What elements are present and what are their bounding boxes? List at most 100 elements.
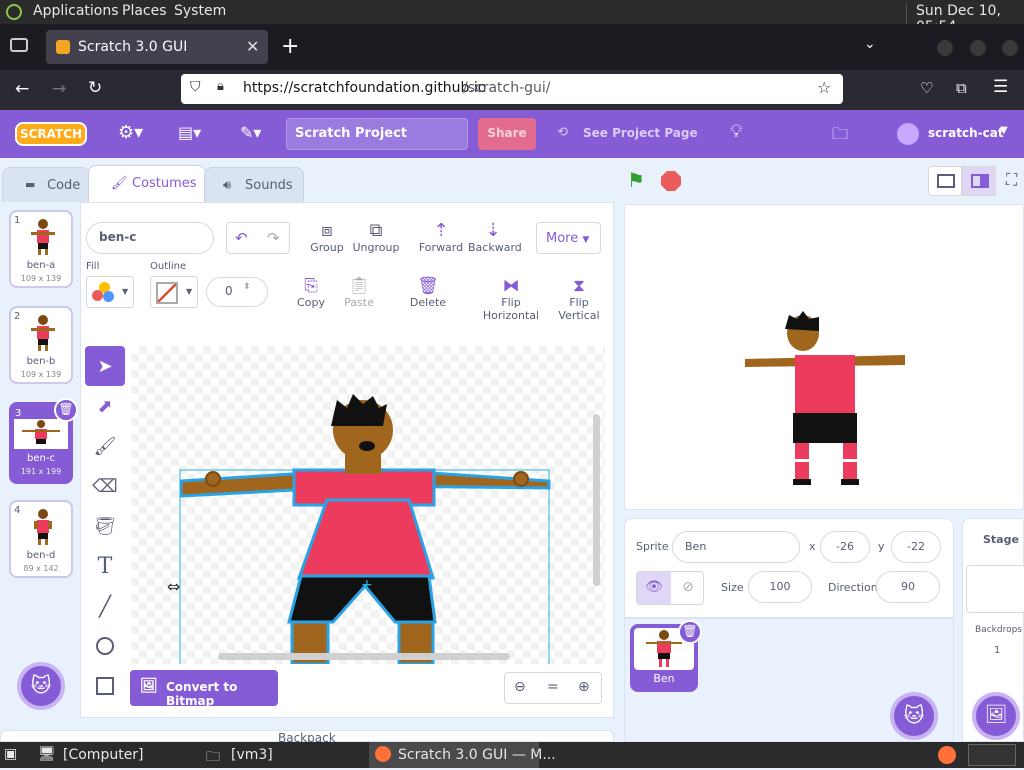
shield-icon[interactable]: ⛉ bbox=[190, 79, 201, 95]
fill-color-picker[interactable]: ▼ bbox=[86, 276, 134, 308]
menu-places[interactable]: Places bbox=[122, 3, 167, 19]
backward-button[interactable]: ⇣ Backward bbox=[468, 220, 522, 254]
direction-input[interactable]: 90 bbox=[876, 571, 940, 603]
bookmark-star-icon[interactable]: ☆ bbox=[817, 78, 831, 97]
outline-color-picker[interactable]: ▼ bbox=[150, 276, 198, 308]
workspace-switcher[interactable] bbox=[968, 744, 1016, 766]
delete-button[interactable]: 🗑︎ Delete bbox=[408, 276, 448, 309]
line-tool-icon[interactable]: ╱ bbox=[85, 586, 125, 626]
tab-sounds[interactable]: 🔊︎ Sounds bbox=[204, 167, 304, 203]
costume-item[interactable]: 1 ben-a 109 x 139 bbox=[9, 210, 73, 288]
paint-canvas[interactable]: + bbox=[131, 346, 605, 664]
size-input[interactable]: 100 bbox=[748, 571, 812, 603]
distro-logo-icon[interactable] bbox=[6, 4, 22, 20]
fill-tool-icon[interactable]: 🪣︎ bbox=[85, 506, 125, 546]
backpack-bar[interactable]: Backpack bbox=[0, 730, 614, 745]
menu-system[interactable]: System bbox=[174, 3, 226, 19]
share-button[interactable]: Share bbox=[478, 118, 536, 150]
choose-backdrop-icon[interactable]: 🖼︎ bbox=[972, 692, 1020, 740]
sprite-name-input[interactable]: Ben bbox=[672, 531, 800, 563]
my-stuff-folder-icon[interactable]: 🗀 bbox=[832, 123, 848, 150]
tab-code[interactable]: ▬ Code bbox=[2, 167, 90, 203]
undo-icon[interactable]: ↶ bbox=[235, 229, 248, 247]
settings-gear-icon[interactable]: ⚙▾ bbox=[118, 122, 143, 143]
taskbar-item-vm3[interactable]: [vm3] bbox=[231, 747, 273, 763]
select-tool-icon[interactable]: ➤ bbox=[85, 346, 125, 386]
x-position-input[interactable]: -26 bbox=[820, 531, 870, 563]
forward-button[interactable]: ⇡ Forward bbox=[418, 220, 464, 254]
minimize-icon[interactable] bbox=[937, 40, 953, 56]
taskbar-item-computer[interactable]: [Computer] bbox=[63, 747, 144, 763]
tab-list-icon[interactable]: ⌄ bbox=[864, 36, 876, 52]
flip-horizontal-button[interactable]: ⧓ Flip Horizontal bbox=[472, 276, 550, 322]
group-button[interactable]: ⧈ Group bbox=[308, 220, 346, 254]
taskbar-item-active[interactable]: Scratch 3.0 GUI — M... bbox=[369, 742, 556, 768]
canvas-horizontal-scrollbar[interactable] bbox=[218, 653, 510, 660]
pocket-icon[interactable]: ♡ bbox=[920, 79, 933, 97]
see-project-page-link[interactable]: See Project Page bbox=[583, 126, 698, 140]
fullscreen-icon[interactable]: ⛶ bbox=[1006, 170, 1017, 190]
close-window-icon[interactable] bbox=[1002, 40, 1018, 56]
show-desktop-icon[interactable]: ▣ bbox=[4, 746, 17, 762]
choose-sprite-cat-icon[interactable]: 🐱︎ bbox=[890, 692, 938, 740]
stage[interactable] bbox=[624, 204, 1024, 510]
scratch-logo[interactable]: SCRATCH bbox=[15, 122, 87, 146]
forward-icon[interactable]: → bbox=[52, 79, 66, 99]
firefox-tray-icon[interactable] bbox=[938, 746, 956, 764]
username[interactable]: scratch-cat bbox=[928, 126, 1004, 140]
ungroup-button[interactable]: ⧉ Ungroup bbox=[352, 220, 400, 254]
tab-costumes[interactable]: 🖌︎ Costumes bbox=[88, 165, 206, 203]
circle-tool-icon[interactable] bbox=[85, 626, 125, 666]
extensions-icon[interactable]: ⧉ bbox=[956, 79, 967, 97]
maximize-icon[interactable] bbox=[970, 40, 986, 56]
green-flag-icon[interactable]: ⚑ bbox=[627, 168, 645, 192]
eraser-tool-icon[interactable]: ⌫ bbox=[85, 466, 125, 506]
back-icon[interactable]: ← bbox=[15, 79, 29, 99]
text-tool-icon[interactable]: T bbox=[85, 546, 125, 586]
convert-to-bitmap-button[interactable]: 🖼︎ Convert to Bitmap bbox=[130, 670, 278, 708]
hide-sprite-eye-icon[interactable]: ⊘ bbox=[671, 572, 705, 604]
tab-overview-icon[interactable] bbox=[10, 38, 28, 52]
costume-name-input[interactable]: ben-c bbox=[86, 222, 214, 254]
theme-lightbulb-icon[interactable]: 💡︎ bbox=[730, 121, 743, 142]
zoom-out-icon[interactable]: ⊖ bbox=[514, 679, 526, 695]
rectangle-tool-icon[interactable] bbox=[85, 666, 125, 706]
stepper-icon[interactable]: ⬍ bbox=[243, 282, 251, 292]
menu-applications[interactable]: Applications bbox=[33, 3, 119, 19]
flip-vertical-button[interactable]: ⧗ Flip Vertical bbox=[550, 276, 608, 322]
stop-sign-icon[interactable] bbox=[661, 171, 681, 191]
project-title-input[interactable]: Scratch Project bbox=[286, 118, 468, 150]
choose-costume-cat-icon[interactable]: 🐱︎ bbox=[17, 662, 65, 710]
url-bar[interactable]: ⛉ 🔒︎ https://scratchfoundation.github.io… bbox=[181, 74, 843, 104]
canvas-vertical-scrollbar[interactable] bbox=[593, 414, 600, 586]
edit-pencil-icon[interactable]: ✎▾ bbox=[240, 123, 261, 142]
costume-item[interactable]: 4 ben-d 89 x 142 bbox=[9, 500, 73, 578]
zoom-in-icon[interactable]: ⊕ bbox=[578, 679, 590, 695]
delete-costume-icon[interactable]: 🗑︎ bbox=[54, 398, 78, 422]
reload-icon[interactable]: ↻ bbox=[88, 78, 102, 98]
outline-width-input[interactable]: 0 ⬍ bbox=[206, 277, 268, 307]
lock-icon[interactable]: 🔒︎ bbox=[217, 79, 224, 94]
show-sprite-eye-icon[interactable]: 👁︎ bbox=[637, 572, 671, 604]
copy-button[interactable]: ⎘ Copy bbox=[294, 276, 328, 309]
close-tab-icon[interactable]: ✕ bbox=[246, 37, 259, 56]
redo-icon[interactable]: ↷ bbox=[267, 229, 280, 247]
more-button[interactable]: More ▼ bbox=[536, 222, 601, 254]
user-menu-caret-icon[interactable]: ▼ bbox=[1000, 125, 1008, 136]
zoom-reset-icon[interactable]: = bbox=[547, 679, 559, 695]
paste-button[interactable]: 📋︎ Paste bbox=[340, 276, 378, 309]
new-tab-icon[interactable]: + bbox=[281, 34, 299, 59]
user-avatar[interactable] bbox=[897, 123, 919, 145]
browser-tab[interactable]: Scratch 3.0 GUI ✕ bbox=[46, 30, 268, 64]
y-position-input[interactable]: -22 bbox=[891, 531, 941, 563]
reshape-tool-icon[interactable]: ⬈ bbox=[85, 386, 125, 426]
tab-costumes-label: Costumes bbox=[132, 176, 197, 191]
delete-sprite-icon[interactable]: 🗑︎ bbox=[678, 620, 702, 644]
app-menu-icon[interactable]: ☰ bbox=[993, 77, 1008, 97]
brush-tool-icon[interactable]: 🖌︎ bbox=[85, 426, 125, 466]
file-menu-icon[interactable]: ▤▾ bbox=[178, 123, 201, 142]
small-stage-button[interactable] bbox=[928, 166, 962, 196]
direction-label: Direction bbox=[828, 581, 878, 594]
costume-item[interactable]: 2 ben-b 109 x 139 bbox=[9, 306, 73, 384]
normal-stage-button[interactable] bbox=[962, 166, 996, 196]
